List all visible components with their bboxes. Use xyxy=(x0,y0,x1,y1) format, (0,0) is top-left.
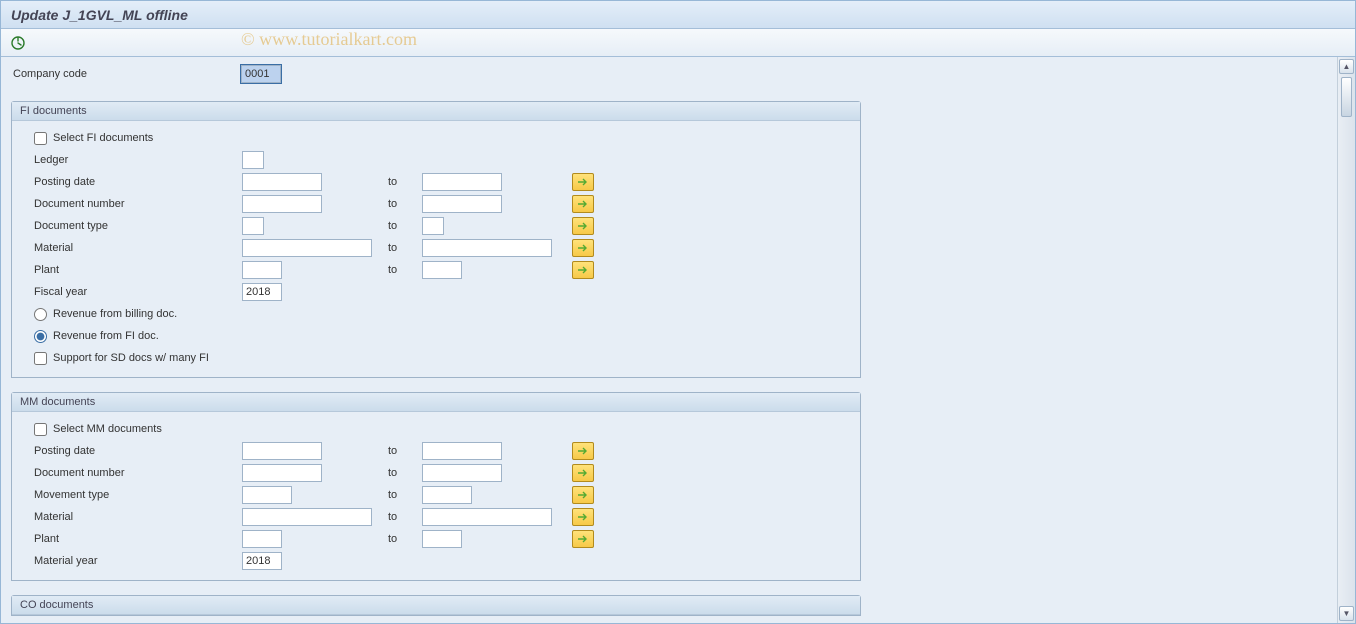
revenue-billing-radio[interactable] xyxy=(34,308,47,321)
watermark-text: © www.tutorialkart.com xyxy=(241,29,417,50)
mm-doc-number-to[interactable] xyxy=(422,464,502,482)
mm-mvmt-type-label: Movement type xyxy=(20,489,242,501)
multi-select-button[interactable] xyxy=(572,261,594,279)
mm-doc-number-from[interactable] xyxy=(242,464,322,482)
select-mm-label: Select MM documents xyxy=(53,423,162,435)
to-label: to xyxy=(382,176,422,188)
execute-icon[interactable] xyxy=(9,34,27,52)
multi-select-button[interactable] xyxy=(572,486,594,504)
fi-material-from[interactable] xyxy=(242,239,372,257)
toolbar: © www.tutorialkart.com xyxy=(1,29,1355,57)
multi-select-button[interactable] xyxy=(572,464,594,482)
mm-doc-number-label: Document number xyxy=(20,467,242,479)
fi-doc-type-from[interactable] xyxy=(242,217,264,235)
support-sd-checkbox[interactable] xyxy=(34,352,47,365)
fi-doc-number-from[interactable] xyxy=(242,195,322,213)
fi-doc-number-label: Document number xyxy=(20,198,242,210)
select-fi-checkbox[interactable] xyxy=(34,132,47,145)
fi-plant-to[interactable] xyxy=(422,261,462,279)
fi-material-to[interactable] xyxy=(422,239,552,257)
revenue-billing-label: Revenue from billing doc. xyxy=(53,308,177,320)
fi-group-body: Select FI documents Ledger Posting date … xyxy=(12,121,860,377)
mm-plant-from[interactable] xyxy=(242,530,282,548)
mm-posting-date-from[interactable] xyxy=(242,442,322,460)
mm-posting-date-to[interactable] xyxy=(422,442,502,460)
multi-select-button[interactable] xyxy=(572,239,594,257)
vertical-scrollbar[interactable]: ▲ ▼ xyxy=(1337,57,1355,623)
fi-posting-date-from[interactable] xyxy=(242,173,322,191)
company-code-row: Company code xyxy=(11,65,1329,83)
select-fi-label: Select FI documents xyxy=(53,132,153,144)
material-year-label: Material year xyxy=(20,555,242,567)
co-group-title: CO documents xyxy=(12,596,860,615)
co-documents-group: CO documents xyxy=(11,595,861,616)
company-code-input[interactable] xyxy=(241,65,281,83)
ledger-input[interactable] xyxy=(242,151,264,169)
material-year-input[interactable] xyxy=(242,552,282,570)
mm-group-body: Select MM documents Posting date to Docu… xyxy=(12,412,860,580)
content-pane: Company code FI documents Select FI docu… xyxy=(1,57,1337,623)
mm-mvmt-type-from[interactable] xyxy=(242,486,292,504)
fi-plant-label: Plant xyxy=(20,264,242,276)
fi-material-label: Material xyxy=(20,242,242,254)
company-code-label: Company code xyxy=(11,68,241,80)
multi-select-button[interactable] xyxy=(572,217,594,235)
fiscal-year-input[interactable] xyxy=(242,283,282,301)
scroll-thumb[interactable] xyxy=(1341,77,1352,117)
fi-doc-type-label: Document type xyxy=(20,220,242,232)
app-window: Update J_1GVL_ML offline © www.tutorialk… xyxy=(0,0,1356,624)
mm-material-label: Material xyxy=(20,511,242,523)
window-title: Update J_1GVL_ML offline xyxy=(11,7,188,23)
client-area: Company code FI documents Select FI docu… xyxy=(1,57,1355,623)
fi-posting-date-to[interactable] xyxy=(422,173,502,191)
revenue-fi-label: Revenue from FI doc. xyxy=(53,330,159,342)
mm-mvmt-type-to[interactable] xyxy=(422,486,472,504)
multi-select-button[interactable] xyxy=(572,173,594,191)
multi-select-button[interactable] xyxy=(572,442,594,460)
fi-posting-date-label: Posting date xyxy=(20,176,242,188)
fi-plant-from[interactable] xyxy=(242,261,282,279)
revenue-fi-radio[interactable] xyxy=(34,330,47,343)
fi-doc-type-to[interactable] xyxy=(422,217,444,235)
scroll-up-icon[interactable]: ▲ xyxy=(1339,59,1354,74)
multi-select-button[interactable] xyxy=(572,195,594,213)
ledger-label: Ledger xyxy=(20,154,242,166)
mm-plant-label: Plant xyxy=(20,533,242,545)
multi-select-button[interactable] xyxy=(572,508,594,526)
mm-posting-date-label: Posting date xyxy=(20,445,242,457)
fi-doc-number-to[interactable] xyxy=(422,195,502,213)
mm-group-title: MM documents xyxy=(12,393,860,412)
mm-documents-group: MM documents Select MM documents Posting… xyxy=(11,392,861,581)
fi-group-title: FI documents xyxy=(12,102,860,121)
fi-documents-group: FI documents Select FI documents Ledger … xyxy=(11,101,861,378)
select-mm-checkbox[interactable] xyxy=(34,423,47,436)
fiscal-year-label: Fiscal year xyxy=(20,286,242,298)
support-sd-label: Support for SD docs w/ many FI xyxy=(53,352,209,364)
mm-material-from[interactable] xyxy=(242,508,372,526)
mm-plant-to[interactable] xyxy=(422,530,462,548)
mm-material-to[interactable] xyxy=(422,508,552,526)
scroll-down-icon[interactable]: ▼ xyxy=(1339,606,1354,621)
multi-select-button[interactable] xyxy=(572,530,594,548)
title-bar: Update J_1GVL_ML offline xyxy=(1,1,1355,29)
